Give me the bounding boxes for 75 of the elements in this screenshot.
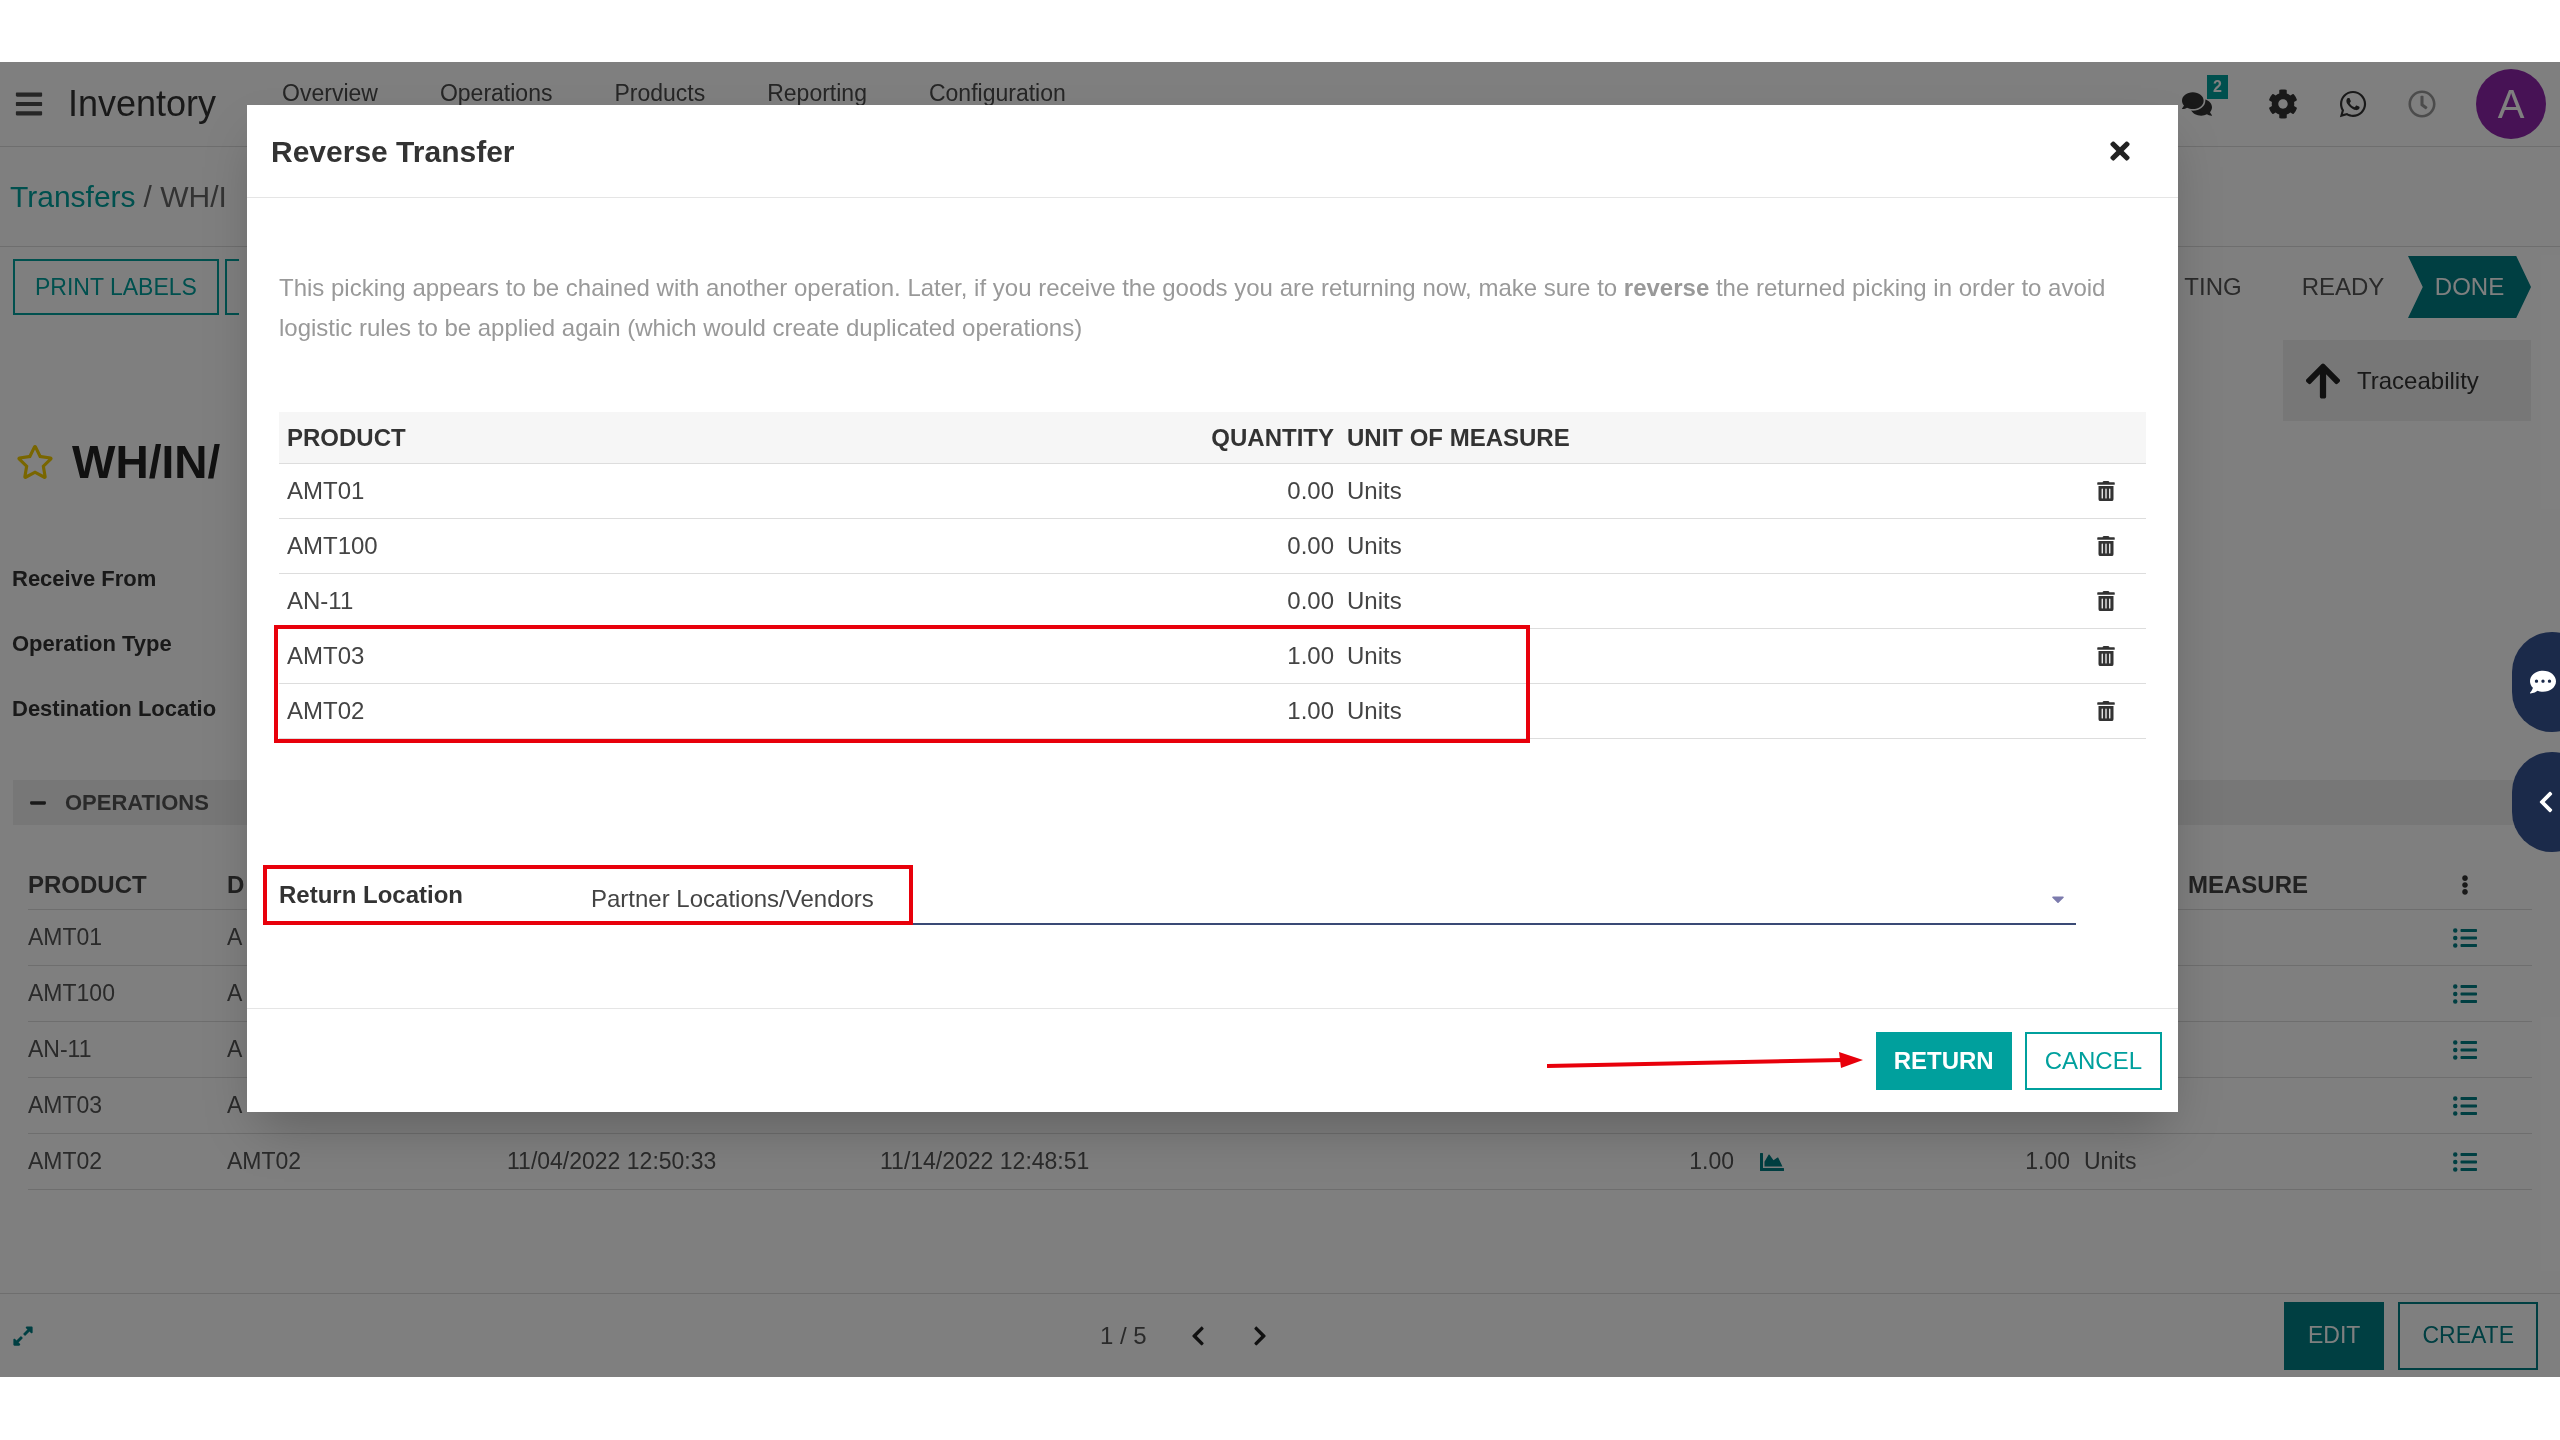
breadcrumb-link[interactable]: Transfers [10,174,136,219]
table-cell-text: Units [1346,531,1403,561]
column-header[interactable]: QUANTITY [1100,419,1334,456]
create-button[interactable]: CREATE [2398,1301,2538,1370]
table-cell-text: Units [1346,476,1403,506]
table-cell-text: 0.00 [1286,531,1334,561]
table-cell-text: 1.00 [1286,696,1334,726]
list-icon [2453,1093,2477,1118]
table-cell-text: AMT02 [227,1147,303,1177]
user-avatar[interactable]: A [2476,69,2546,139]
table-cell-text: AMT03 [286,641,366,671]
print-labels-button[interactable]: PRINT LABELS [13,259,219,315]
section-title[interactable]: OPERATIONS [65,786,209,819]
table-cell-text: 1.00 [1286,641,1334,671]
field-label: Receive From [12,564,157,593]
table-cell-text: 0.00 [1286,476,1334,506]
table-cell-text: AMT100 [286,531,379,561]
table-cell-text: Units [1346,586,1403,616]
chat-bubbles-icon [2182,89,2212,119]
table-cell-text: AMT01 [28,923,104,953]
table-cell-text: Units [1346,641,1403,671]
table-cell-text: A [227,1091,244,1121]
pager-position: 1 / 5 [1100,1320,1147,1351]
cancel-button[interactable]: CANCEL [2024,1031,2162,1090]
breadcrumb-current: / WH/I [143,179,227,215]
dialog-title: Reverse Transfer [271,133,515,170]
status-step[interactable]: DONE [2408,256,2531,318]
messages-button[interactable]: 2 [2182,75,2228,119]
delete-button[interactable] [2096,646,2116,666]
field-label: Operation Type [12,629,172,658]
status-step[interactable]: READY [2278,256,2408,318]
table-cell-text: A [227,1035,244,1065]
edit-button[interactable]: EDIT [2284,1301,2385,1370]
return-button[interactable]: RETURN [1875,1031,2012,1090]
list-icon [2453,981,2477,1006]
field-label: Destination Locatio [12,694,217,723]
delete-button[interactable] [2096,701,2116,721]
table-cell-text: AN-11 [28,1035,93,1065]
record-title: WH/IN/ [72,434,221,490]
list-icon [2453,1149,2477,1174]
warning-message: This picking appears to be chained with another operation. Later, if you receive the goods you are returning now, make sure to reverse the returned picking in order to avoid logistic rules to be applied again (which would create duplicated operations) [279,273,2107,343]
delete-button[interactable] [2096,481,2116,501]
table-cell-text: AMT02 [286,696,366,726]
column-header[interactable]: PRODUCT [28,866,227,903]
list-icon [2453,1037,2477,1062]
clock-icon [2408,90,2436,118]
delete-button[interactable] [2096,536,2116,556]
table-cell-text: 11/04/2022 12:50:33 [507,1147,718,1177]
return-location-select[interactable]: Partner Locations/Vendors [591,875,2076,925]
app-name: Inventory [68,82,217,126]
table-cell-text: 11/14/2022 12:48:51 [880,1147,1091,1177]
table-cell-text: AN-11 [286,586,355,616]
table-cell-text: 1.00 [2024,1147,2070,1177]
column-header[interactable]: PRODUCT [279,419,1100,456]
expand-icon [12,1324,34,1347]
table-cell-text: Units [1346,696,1403,726]
field-label: Return Location [279,880,464,910]
chat-icon [2530,669,2556,695]
traceability-button[interactable]: Traceability [2283,340,2531,421]
table-cell-text: 0.00 [1286,586,1334,616]
table-cell-text: AMT100 [28,979,116,1009]
table-cell-text: A [227,923,244,953]
table-cell-text: AMT03 [28,1091,104,1121]
table-cell-text: A [227,979,244,1009]
list-icon [2453,925,2477,950]
settings-icon [2268,89,2298,119]
message-count-badge: 2 [2207,75,2228,99]
whatsapp-icon [2338,89,2368,119]
table-cell-text: 1.00 [1688,1147,1734,1177]
column-header[interactable]: UNIT OF MEASURE [1334,419,2066,456]
table-cell-text: AMT01 [286,476,366,506]
table-cell-text: Units [2083,1147,2138,1177]
table-cell-text: AMT02 [28,1147,104,1177]
delete-button[interactable] [2096,591,2116,611]
star-icon[interactable] [16,443,54,481]
